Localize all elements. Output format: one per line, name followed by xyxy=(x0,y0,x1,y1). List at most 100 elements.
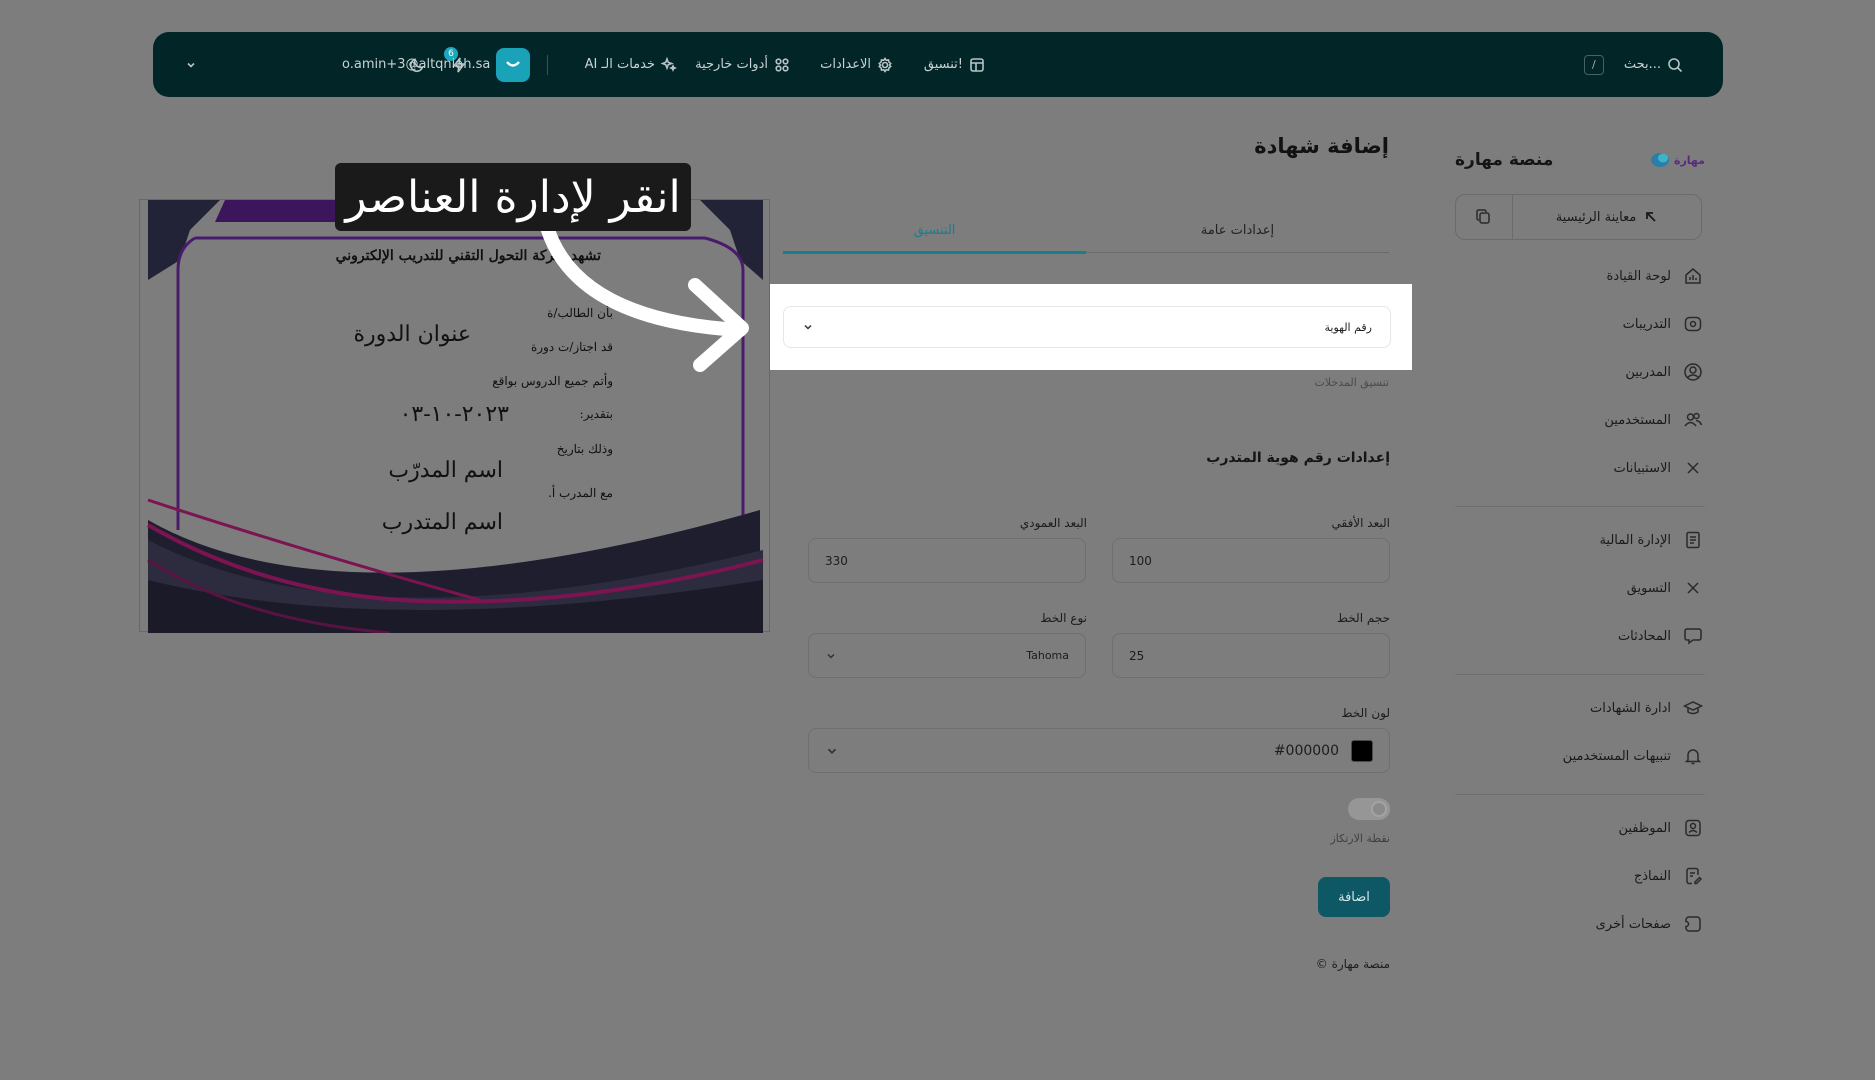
bell-icon xyxy=(1684,749,1702,765)
sidebar-brand: مهارة منصة مهارة xyxy=(1455,148,1705,172)
forms-icon xyxy=(1686,867,1703,885)
vertical-offset-input[interactable]: 330 xyxy=(808,538,1086,583)
topbar-divider xyxy=(547,54,548,75)
user-menu[interactable]: o.amin+3@altqniah.sa xyxy=(342,47,531,82)
sidebar-divider xyxy=(1455,794,1705,795)
nav-external-tools-label: أدوات خارجية xyxy=(695,57,768,72)
add-button[interactable]: اضافة xyxy=(1318,877,1390,917)
sidebar-item-label: النماذج xyxy=(1633,868,1671,884)
employees-icon xyxy=(1685,819,1701,837)
footer-copyright: © منصة مهارة xyxy=(1315,957,1390,971)
vertical-offset-value: 330 xyxy=(825,553,848,568)
element-select[interactable]: رقم الهوية xyxy=(783,306,1391,348)
sidebar-item-label: الاستبيانات xyxy=(1613,460,1671,476)
cert-trainer-name: اسم المدرّب xyxy=(388,458,503,483)
nav-ai-services[interactable]: خدمات الـ AI xyxy=(584,56,677,73)
tab-general-settings[interactable]: إعدادات عامة xyxy=(1086,205,1389,255)
color-swatch xyxy=(1351,739,1373,762)
home-preview-link[interactable]: معاينة الرئيسية xyxy=(1513,195,1701,239)
sidebar-item-employees[interactable]: الموظفين xyxy=(1618,818,1703,838)
trainers-icon xyxy=(1684,363,1702,381)
horizontal-offset-input[interactable]: 100 xyxy=(1112,538,1390,583)
tutorial-tooltip: انقر لإدارة العناصر xyxy=(335,163,691,231)
chevron-down-icon xyxy=(827,653,835,659)
sidebar-item-finance[interactable]: الإدارة المالية xyxy=(1599,530,1703,550)
sidebar-item-label: تنبيهات المستخدمين xyxy=(1562,748,1671,764)
sidebar-item-user-alerts[interactable]: تنبيهات المستخدمين xyxy=(1563,746,1703,766)
chevron-down-icon xyxy=(804,324,812,330)
user-menu-chevron[interactable] xyxy=(185,59,197,71)
sidebar-item-label: المدربين xyxy=(1625,364,1671,380)
input-format-hint: تنسيق المدخلات xyxy=(1314,376,1389,389)
graduation-cap-icon xyxy=(1683,701,1703,715)
nav-format[interactable]: تنسيق! xyxy=(924,57,985,73)
sidebar-item-label: لوحة القيادة xyxy=(1606,268,1671,284)
section-title: إعدادات رقم هوية المتدرب xyxy=(1206,450,1390,466)
tab-formatting[interactable]: التنسيق xyxy=(783,205,1086,255)
sidebar-item-chats[interactable]: المحادثات xyxy=(1618,626,1703,646)
top-navbar: / بحث... تنسيق! الاعدادات أدوات خارجية خ… xyxy=(153,32,1723,97)
cert-trainee-name: اسم المتدرب xyxy=(381,510,503,535)
nav-ai-services-label: خدمات الـ AI xyxy=(584,57,655,72)
font-size-value: 25 xyxy=(1129,648,1145,663)
sidebar-item-trainers[interactable]: المدربين xyxy=(1625,362,1703,382)
layout-icon xyxy=(970,57,984,72)
sidebar-item-trainings[interactable]: التدريبات xyxy=(1623,314,1703,334)
nav-settings[interactable]: الاعدادات xyxy=(820,56,893,73)
anchor-point-toggle[interactable] xyxy=(1348,798,1390,820)
sidebar-item-surveys[interactable]: الاستبيانات xyxy=(1614,458,1703,478)
tab-active-indicator xyxy=(783,251,1086,254)
cert-line-date: وذلك بتاريخ xyxy=(556,442,613,456)
search-bar[interactable]: / بحث... xyxy=(1583,54,1683,75)
trainings-icon xyxy=(1684,316,1702,332)
sidebar-item-label: التدريبات xyxy=(1622,316,1671,332)
marketing-icon xyxy=(1687,582,1699,594)
anchor-point-label: نقطة الارتكاز xyxy=(1330,832,1391,845)
home-preview-label: معاينة الرئيسية xyxy=(1555,209,1637,225)
font-size-label: حجم الخط xyxy=(1336,611,1390,625)
user-email: o.amin+3@altqniah.sa xyxy=(342,57,491,72)
sidebar-item-label: المستخدمين xyxy=(1604,412,1671,428)
toggle-knob xyxy=(1371,801,1387,817)
cert-course-title: عنوان الدورة xyxy=(353,322,471,347)
font-color-display: #000000 xyxy=(1273,739,1373,762)
sidebar-item-label: صفحات أخرى xyxy=(1595,916,1671,932)
page-title: إضافة شهادة xyxy=(1254,134,1389,158)
tutorial-arrow xyxy=(538,213,749,372)
dashboard-icon xyxy=(1685,268,1701,284)
sidebar-item-marketing[interactable]: التسويق xyxy=(1627,578,1703,598)
sidebar-item-certificates[interactable]: ادارة الشهادات xyxy=(1590,698,1703,718)
copy-link-button[interactable] xyxy=(1456,195,1513,239)
element-select-value: رقم الهوية xyxy=(1324,320,1372,334)
sidebar-divider xyxy=(1455,506,1705,507)
highlight-spotlight: رقم الهوية xyxy=(762,284,1412,370)
surveys-icon xyxy=(1687,462,1699,474)
sidebar-item-dashboard[interactable]: لوحة القيادة xyxy=(1607,266,1703,286)
sparkles-icon xyxy=(661,56,677,72)
font-type-select[interactable]: Tahoma xyxy=(808,633,1086,678)
font-color-picker[interactable]: #000000 xyxy=(808,728,1390,773)
font-type-label: نوع الخط xyxy=(1040,611,1087,625)
platform-title: منصة مهارة xyxy=(1455,150,1554,170)
sidebar-item-users[interactable]: المستخدمين xyxy=(1604,410,1703,430)
font-color-value: #000000 xyxy=(1273,742,1339,759)
arrow-up-left-icon xyxy=(1646,212,1656,222)
font-color-label: لون الخط xyxy=(1341,706,1390,720)
sidebar-item-other-pages[interactable]: صفحات أخرى xyxy=(1596,914,1703,934)
search-icon xyxy=(1668,57,1683,72)
smile-logo-icon xyxy=(506,60,521,67)
sidebar-item-label: التسويق xyxy=(1626,580,1671,596)
pages-icon xyxy=(1685,916,1701,932)
finance-icon xyxy=(1686,531,1700,549)
cert-date: ٢٠٢٣-١٠-٠٣ xyxy=(399,402,509,427)
font-type-value: Tahoma xyxy=(1026,649,1069,662)
nav-external-tools[interactable]: أدوات خارجية xyxy=(695,57,790,73)
sidebar-item-label: الإدارة المالية xyxy=(1599,532,1671,548)
sidebar-item-forms[interactable]: النماذج xyxy=(1634,866,1703,886)
search-placeholder: بحث... xyxy=(1623,57,1661,72)
font-size-input[interactable]: 25 xyxy=(1112,633,1390,678)
home-preview-box: معاينة الرئيسية xyxy=(1455,194,1702,240)
brand-logo[interactable]: مهارة xyxy=(1649,151,1705,169)
sidebar-item-label: الموظفين xyxy=(1618,820,1671,836)
logo-brain-icon xyxy=(1650,153,1669,167)
